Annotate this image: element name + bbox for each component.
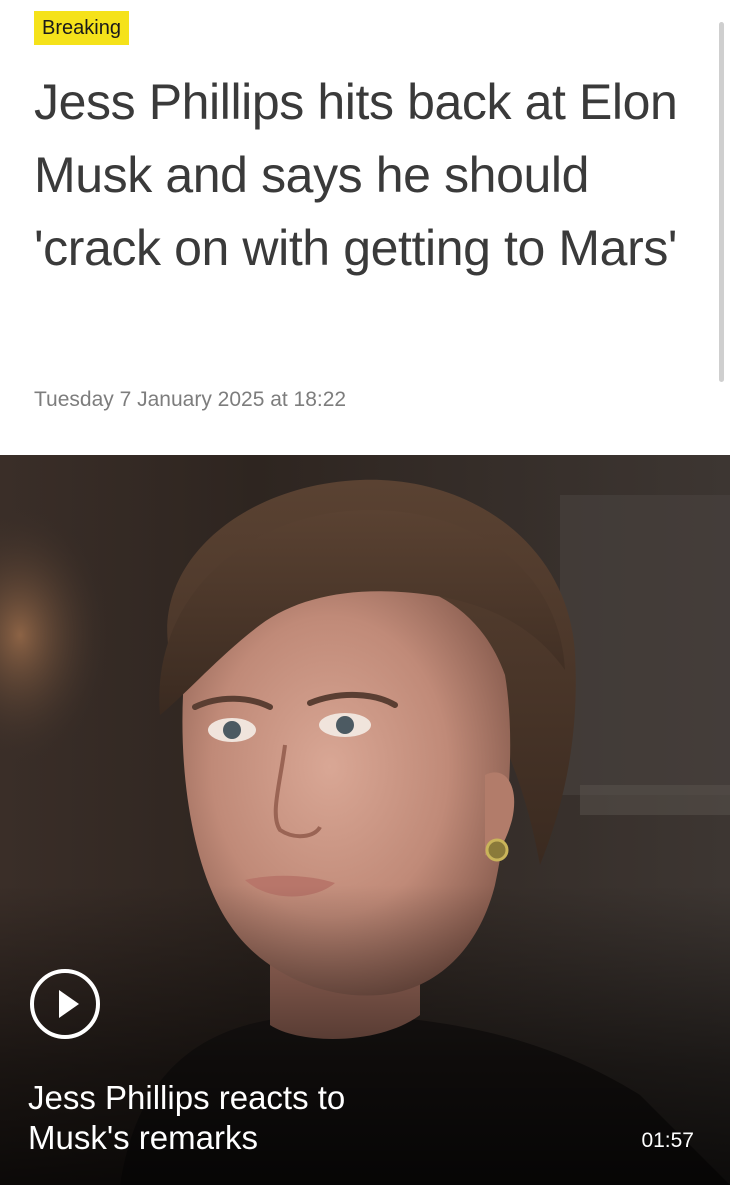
breaking-badge: Breaking (34, 11, 129, 45)
article-page: Breaking Jess Phillips hits back at Elon… (0, 0, 730, 1200)
play-icon (59, 990, 79, 1018)
article-headline: Jess Phillips hits back at Elon Musk and… (34, 74, 678, 276)
video-player[interactable]: Jess Phillips reacts to Musk's remarks 0… (0, 455, 730, 1185)
play-button[interactable] (30, 969, 100, 1039)
page-bottom-strip (0, 1185, 730, 1200)
video-duration: 01:57 (641, 1129, 694, 1152)
video-caption: Jess Phillips reacts to Musk's remarks (28, 1079, 346, 1156)
article-timestamp: Tuesday 7 January 2025 at 18:22 (34, 388, 347, 411)
page-scrollbar[interactable] (719, 22, 724, 382)
